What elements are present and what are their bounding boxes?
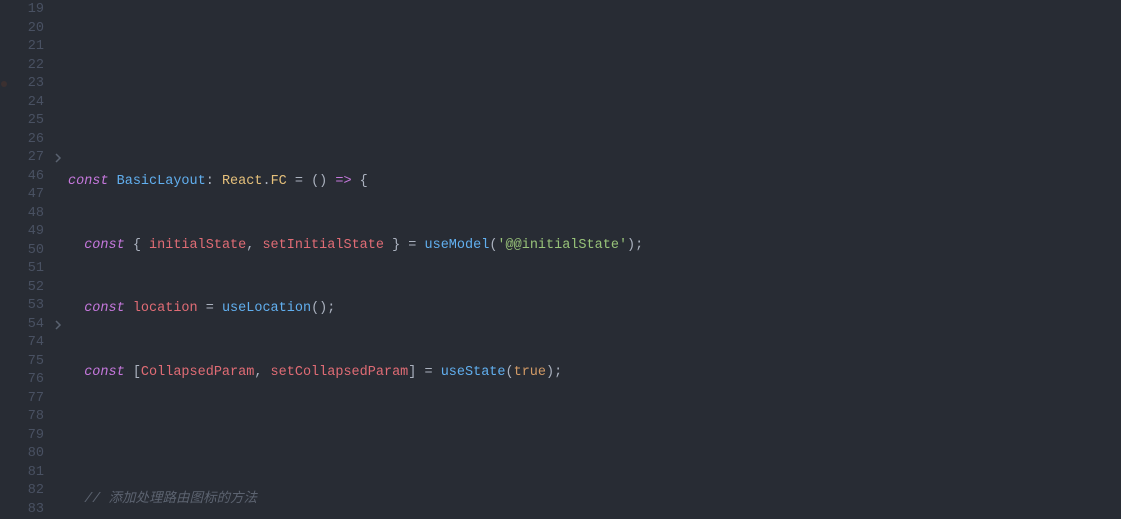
line-number[interactable]: 75: [8, 353, 44, 372]
line-number[interactable]: 48: [8, 205, 44, 224]
code-line[interactable]: const { initialState, setInitialState } …: [66, 237, 1121, 256]
line-number[interactable]: 27: [8, 149, 44, 168]
code-line[interactable]: // 添加处理路由图标的方法: [66, 491, 1121, 510]
code-line[interactable]: [66, 427, 1121, 446]
line-number[interactable]: 74: [8, 334, 44, 353]
line-number[interactable]: 82: [8, 482, 44, 501]
line-number[interactable]: 83: [8, 501, 44, 519]
breakpoint-marker[interactable]: [0, 75, 8, 94]
line-number[interactable]: 53: [8, 297, 44, 316]
line-number[interactable]: 21: [8, 38, 44, 57]
code-area[interactable]: const BasicLayout: React.FC = () => { co…: [66, 0, 1121, 519]
line-number[interactable]: 49: [8, 223, 44, 242]
line-number[interactable]: 46: [8, 168, 44, 187]
line-number[interactable]: 54: [8, 316, 44, 335]
line-number[interactable]: 20: [8, 20, 44, 39]
line-number[interactable]: 78: [8, 408, 44, 427]
line-number[interactable]: 52: [8, 279, 44, 298]
fold-toggle-icon[interactable]: [50, 149, 66, 168]
line-number[interactable]: 50: [8, 242, 44, 261]
line-number[interactable]: 25: [8, 112, 44, 131]
code-line[interactable]: const BasicLayout: React.FC = () => {: [66, 173, 1121, 192]
code-line[interactable]: const [CollapsedParam, setCollapsedParam…: [66, 364, 1121, 383]
code-line[interactable]: [66, 110, 1121, 129]
vertical-scrollbar[interactable]: [1109, 0, 1121, 519]
code-editor[interactable]: 19 20 21 22 23 24 25 26 27 46 47 48 49 5…: [0, 0, 1121, 519]
line-number-gutter[interactable]: 19 20 21 22 23 24 25 26 27 46 47 48 49 5…: [8, 0, 50, 519]
line-number[interactable]: 23: [8, 75, 44, 94]
line-number[interactable]: 19: [8, 1, 44, 20]
line-number[interactable]: 26: [8, 131, 44, 150]
line-number[interactable]: 77: [8, 390, 44, 409]
line-number[interactable]: 80: [8, 445, 44, 464]
line-number[interactable]: 47: [8, 186, 44, 205]
code-line[interactable]: [66, 46, 1121, 65]
line-number[interactable]: 51: [8, 260, 44, 279]
fold-toggle-icon[interactable]: [50, 316, 66, 335]
code-line[interactable]: const location = useLocation();: [66, 300, 1121, 319]
line-number[interactable]: 76: [8, 371, 44, 390]
breakpoint-margin[interactable]: [0, 0, 8, 519]
fold-gutter[interactable]: [50, 0, 66, 519]
line-number[interactable]: 22: [8, 57, 44, 76]
line-number[interactable]: 79: [8, 427, 44, 446]
line-number[interactable]: 81: [8, 464, 44, 483]
line-number[interactable]: 24: [8, 94, 44, 113]
